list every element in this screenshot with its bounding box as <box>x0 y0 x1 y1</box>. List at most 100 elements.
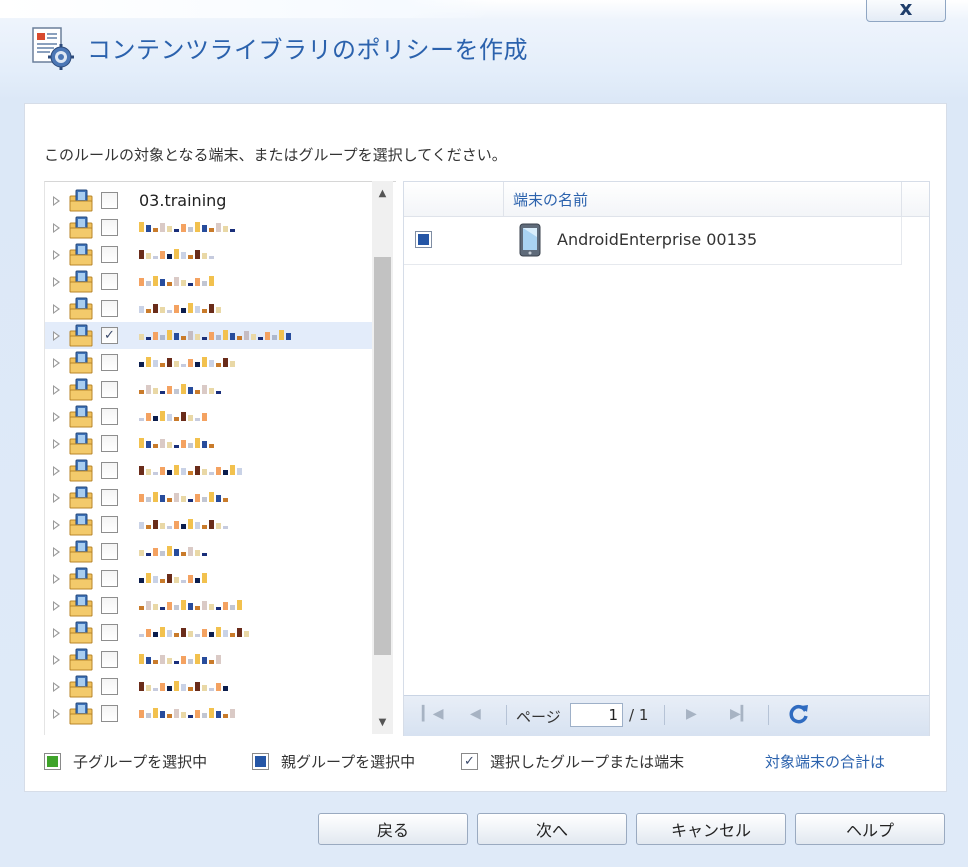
tree-item[interactable] <box>45 700 374 727</box>
tree-item[interactable] <box>45 673 374 700</box>
tree-item[interactable] <box>45 457 374 484</box>
redacted-label <box>139 411 207 421</box>
expand-arrow-icon[interactable] <box>53 520 60 530</box>
expand-arrow-icon[interactable] <box>53 709 60 719</box>
tree-item-checkbox[interactable] <box>101 489 118 506</box>
redacted-label <box>139 627 249 637</box>
expand-arrow-icon[interactable] <box>53 277 60 287</box>
tree-item[interactable] <box>45 268 374 295</box>
last-page-icon[interactable]: ▶▎ <box>730 706 752 722</box>
group-folder-icon <box>69 513 93 536</box>
expand-arrow-icon[interactable] <box>53 331 60 341</box>
group-tree[interactable]: 03.training ✓ <box>44 181 396 735</box>
expand-arrow-icon[interactable] <box>53 358 60 368</box>
tree-item-checkbox[interactable] <box>101 570 118 587</box>
group-folder-icon <box>69 540 93 563</box>
redacted-label <box>139 492 228 502</box>
tree-item-checkbox[interactable] <box>101 219 118 236</box>
table-row[interactable]: AndroidEnterprise 00135 <box>404 217 902 265</box>
tree-item[interactable] <box>45 241 374 268</box>
tree-item-checkbox[interactable] <box>101 543 118 560</box>
group-folder-icon <box>69 351 93 374</box>
tree-item-checkbox[interactable] <box>101 705 118 722</box>
group-folder-icon <box>69 594 93 617</box>
page-number-input[interactable]: 1 <box>570 703 623 727</box>
tree-item[interactable] <box>45 430 374 457</box>
tree-item-checkbox[interactable] <box>101 624 118 641</box>
refresh-icon[interactable] <box>788 703 810 725</box>
expand-arrow-icon[interactable] <box>53 628 60 638</box>
tree-item[interactable]: ✓ <box>45 322 374 349</box>
group-folder-icon <box>69 486 93 509</box>
expand-arrow-icon[interactable] <box>53 601 60 611</box>
group-folder-icon <box>69 459 93 482</box>
tree-item[interactable] <box>45 565 374 592</box>
tree-item[interactable] <box>45 403 374 430</box>
total-devices-link[interactable]: 対象端末の合計は <box>765 751 885 772</box>
grid-header: 端末の名前 <box>404 182 929 217</box>
help-button[interactable]: ヘルプ <box>795 813 945 845</box>
tree-item[interactable] <box>45 619 374 646</box>
redacted-label <box>139 519 228 529</box>
tree-item[interactable] <box>45 295 374 322</box>
tree-item[interactable] <box>45 511 374 538</box>
tree-item-checkbox[interactable] <box>101 381 118 398</box>
tree-item-checkbox[interactable] <box>101 273 118 290</box>
group-folder-icon <box>69 324 93 347</box>
tree-item[interactable] <box>45 349 374 376</box>
expand-arrow-icon[interactable] <box>53 304 60 314</box>
expand-arrow-icon[interactable] <box>53 466 60 476</box>
close-button[interactable]: x <box>866 0 946 22</box>
expand-arrow-icon[interactable] <box>53 385 60 395</box>
scroll-down-arrow-icon[interactable]: ▼ <box>372 712 393 732</box>
expand-arrow-icon[interactable] <box>53 250 60 260</box>
first-page-icon[interactable]: ▎◀ <box>422 706 444 722</box>
back-button[interactable]: 戻る <box>318 813 468 845</box>
tree-item-checkbox[interactable] <box>101 246 118 263</box>
redacted-label <box>139 384 221 394</box>
tree-item[interactable] <box>45 214 374 241</box>
legend-parent-swatch <box>252 753 269 770</box>
expand-arrow-icon[interactable] <box>53 439 60 449</box>
scroll-up-arrow-icon[interactable]: ▲ <box>372 183 393 203</box>
tree-item-checkbox[interactable] <box>101 597 118 614</box>
tree-item-checkbox[interactable] <box>101 462 118 479</box>
tree-scrollbar[interactable]: ▲ ▼ <box>372 181 393 734</box>
tree-item-checkbox[interactable] <box>101 435 118 452</box>
expand-arrow-icon[interactable] <box>53 223 60 233</box>
row-parent-group-indicator[interactable] <box>415 231 432 248</box>
next-button[interactable]: 次へ <box>477 813 627 845</box>
tree-item[interactable] <box>45 646 374 673</box>
previous-page-icon[interactable]: ◀ <box>470 706 481 722</box>
tree-item-checkbox[interactable] <box>101 408 118 425</box>
page-total: / 1 <box>629 706 649 724</box>
tree-item[interactable] <box>45 376 374 403</box>
instruction-text: このルールの対象となる端末、またはグループを選択してください。 <box>44 146 507 164</box>
expand-arrow-icon[interactable] <box>53 493 60 503</box>
tree-item[interactable]: 03.training <box>45 187 374 214</box>
redacted-label <box>139 249 214 259</box>
expand-arrow-icon[interactable] <box>53 412 60 422</box>
tree-item[interactable] <box>45 484 374 511</box>
tree-item-checkbox[interactable] <box>101 354 118 371</box>
cancel-button[interactable]: キャンセル <box>636 813 786 845</box>
tree-item-checkbox[interactable] <box>101 678 118 695</box>
expand-arrow-icon[interactable] <box>53 655 60 665</box>
tree-item-checkbox[interactable] <box>101 192 118 209</box>
expand-arrow-icon[interactable] <box>53 574 60 584</box>
legend-check-swatch: ✓ <box>461 753 478 770</box>
legend-selected: ✓ 選択したグループまたは端末 <box>461 751 684 772</box>
tree-item[interactable] <box>45 538 374 565</box>
tree-item[interactable] <box>45 592 374 619</box>
expand-arrow-icon[interactable] <box>53 196 60 206</box>
column-header-device-name[interactable]: 端末の名前 <box>513 189 588 210</box>
expand-arrow-icon[interactable] <box>53 682 60 692</box>
tree-item-checkbox[interactable] <box>101 651 118 668</box>
tree-item-checkbox[interactable]: ✓ <box>101 327 118 344</box>
next-page-icon[interactable]: ▶ <box>686 706 697 722</box>
group-folder-icon <box>69 648 93 671</box>
tree-item-checkbox[interactable] <box>101 516 118 533</box>
tree-item-checkbox[interactable] <box>101 300 118 317</box>
expand-arrow-icon[interactable] <box>53 547 60 557</box>
scrollbar-thumb[interactable] <box>374 257 391 655</box>
